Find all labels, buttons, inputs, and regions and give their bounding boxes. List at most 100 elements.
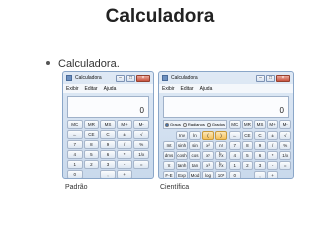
calc-key[interactable]: - [266, 161, 279, 170]
calc-key[interactable]: √ [133, 130, 149, 139]
calc-key[interactable]: 10ˣ [215, 171, 227, 178]
calc-key[interactable]: 8 [241, 141, 254, 150]
calc-key[interactable]: x³ [202, 161, 214, 170]
calc-key[interactable]: Mod [189, 171, 201, 178]
calc-key[interactable]: ← [67, 130, 83, 139]
calc-key[interactable]: x² [202, 141, 214, 150]
close-button[interactable]: × [136, 74, 150, 82]
calc-key[interactable]: ← [229, 131, 241, 140]
menu-ajuda[interactable]: Ajuda [104, 86, 117, 92]
calc-key[interactable]: 7 [229, 141, 241, 150]
calc-key[interactable]: 1/x [279, 151, 291, 160]
scientific-function-keypad: Inv ln() Int sinh sin x² n! dms cosh cos xʸ ∛x π tanh… [163, 131, 227, 178]
calc-key[interactable]: cos [189, 151, 201, 160]
menu-exibir[interactable]: Exibir [66, 86, 79, 92]
maximize-button[interactable]: □ [126, 74, 135, 82]
calc-key[interactable]: log [202, 171, 214, 178]
calc-key[interactable]: Int [163, 141, 175, 150]
menu-ajuda[interactable]: Ajuda [200, 86, 213, 92]
menu-editar[interactable]: Editar [181, 86, 194, 92]
calc-key[interactable]: 9 [254, 141, 266, 150]
calc-key[interactable]: ± [266, 131, 279, 140]
radio-grados[interactable]: Grados [206, 122, 225, 127]
calc-key[interactable]: , [100, 170, 116, 178]
calc-key[interactable]: MS [254, 120, 266, 129]
calc-key[interactable]: cosh [176, 151, 188, 160]
calc-key[interactable]: 2 [241, 161, 254, 170]
calc-key[interactable]: % [279, 141, 291, 150]
calc-key[interactable]: 5 [241, 151, 254, 160]
menu-exibir[interactable]: Exibir [162, 86, 175, 92]
calc-key[interactable]: ± [116, 130, 133, 139]
calc-key[interactable]: MC [229, 120, 241, 129]
calc-key[interactable]: 7 [67, 140, 83, 149]
calc-key[interactable]: / [266, 141, 279, 150]
calc-key[interactable]: tan [189, 161, 201, 170]
calc-key[interactable]: 1 [229, 161, 241, 170]
calc-key[interactable]: MR [83, 120, 100, 129]
calc-key[interactable]: / [116, 140, 133, 149]
calc-key[interactable]: ln [189, 131, 201, 140]
calc-key[interactable]: π [163, 161, 175, 170]
calc-key[interactable]: 6 [100, 150, 116, 159]
calc-key[interactable]: 9 [100, 140, 116, 149]
maximize-button[interactable]: □ [266, 74, 275, 82]
calc-key[interactable]: - [116, 160, 133, 169]
calc-key[interactable]: sin [189, 141, 201, 150]
calc-key[interactable]: dms [163, 151, 175, 160]
calc-key[interactable]: 4 [67, 150, 83, 159]
minimize-button[interactable]: – [116, 74, 125, 82]
calc-key[interactable]: Inv [176, 131, 188, 140]
close-button[interactable]: × [276, 74, 290, 82]
calc-key[interactable]: % [133, 140, 149, 149]
calc-key[interactable]: MC [67, 120, 83, 129]
calc-key[interactable]: * [266, 151, 279, 160]
calc-key[interactable]: C [254, 131, 266, 140]
calc-key[interactable]: ∛x [215, 161, 227, 170]
calc-key[interactable]: = [279, 161, 291, 170]
standard-menubar: Exibir Editar Ajuda [63, 84, 153, 93]
calc-key[interactable]: MS [100, 120, 116, 129]
calc-key[interactable]: 8 [83, 140, 100, 149]
key-spacer [242, 171, 254, 178]
calc-key[interactable]: C [100, 130, 116, 139]
calc-key[interactable]: 4 [229, 151, 241, 160]
menu-editar[interactable]: Editar [85, 86, 98, 92]
calc-key[interactable]: Exp [176, 171, 188, 178]
standard-titlebar: Calculadora – □ × [63, 72, 153, 84]
calc-key[interactable]: CE [83, 130, 100, 139]
calc-key[interactable]: 0 [67, 170, 83, 178]
calc-key[interactable]: + [116, 170, 133, 178]
calc-key[interactable]: , [254, 171, 266, 178]
calc-key[interactable]: tanh [176, 161, 188, 170]
calc-key[interactable]: sinh [176, 141, 188, 150]
radio-radianos[interactable]: Radianos [182, 122, 205, 127]
calc-key[interactable]: 3 [100, 160, 116, 169]
calc-key[interactable]: CE [241, 131, 254, 140]
calc-key[interactable]: * [116, 150, 133, 159]
calc-key[interactable]: ) [215, 131, 227, 140]
calc-key[interactable]: 0 [229, 171, 241, 178]
calc-key[interactable]: M+ [116, 120, 133, 129]
calc-key[interactable]: 1/x [133, 150, 149, 159]
calc-key[interactable]: M+ [266, 120, 279, 129]
minimize-button[interactable]: – [256, 74, 265, 82]
calc-key[interactable]: = [133, 160, 149, 169]
calc-key[interactable]: M- [279, 120, 291, 129]
calc-key[interactable]: ( [202, 131, 214, 140]
calc-key[interactable]: n! [215, 141, 227, 150]
calc-key[interactable]: √ [279, 131, 291, 140]
calc-key[interactable]: MR [241, 120, 254, 129]
calc-key[interactable]: 2 [83, 160, 100, 169]
calc-key[interactable]: 5 [83, 150, 100, 159]
calc-key[interactable]: F-E [163, 171, 175, 178]
calc-key[interactable]: 1 [67, 160, 83, 169]
calc-key[interactable]: ∛x [215, 151, 227, 160]
radio-graus[interactable]: Graus [165, 122, 181, 127]
calc-key[interactable]: + [266, 171, 279, 178]
calc-key[interactable]: M- [133, 120, 149, 129]
key-spacer [84, 170, 100, 178]
calc-key[interactable]: 6 [254, 151, 266, 160]
calc-key[interactable]: xʸ [202, 151, 214, 160]
calc-key[interactable]: 3 [254, 161, 266, 170]
